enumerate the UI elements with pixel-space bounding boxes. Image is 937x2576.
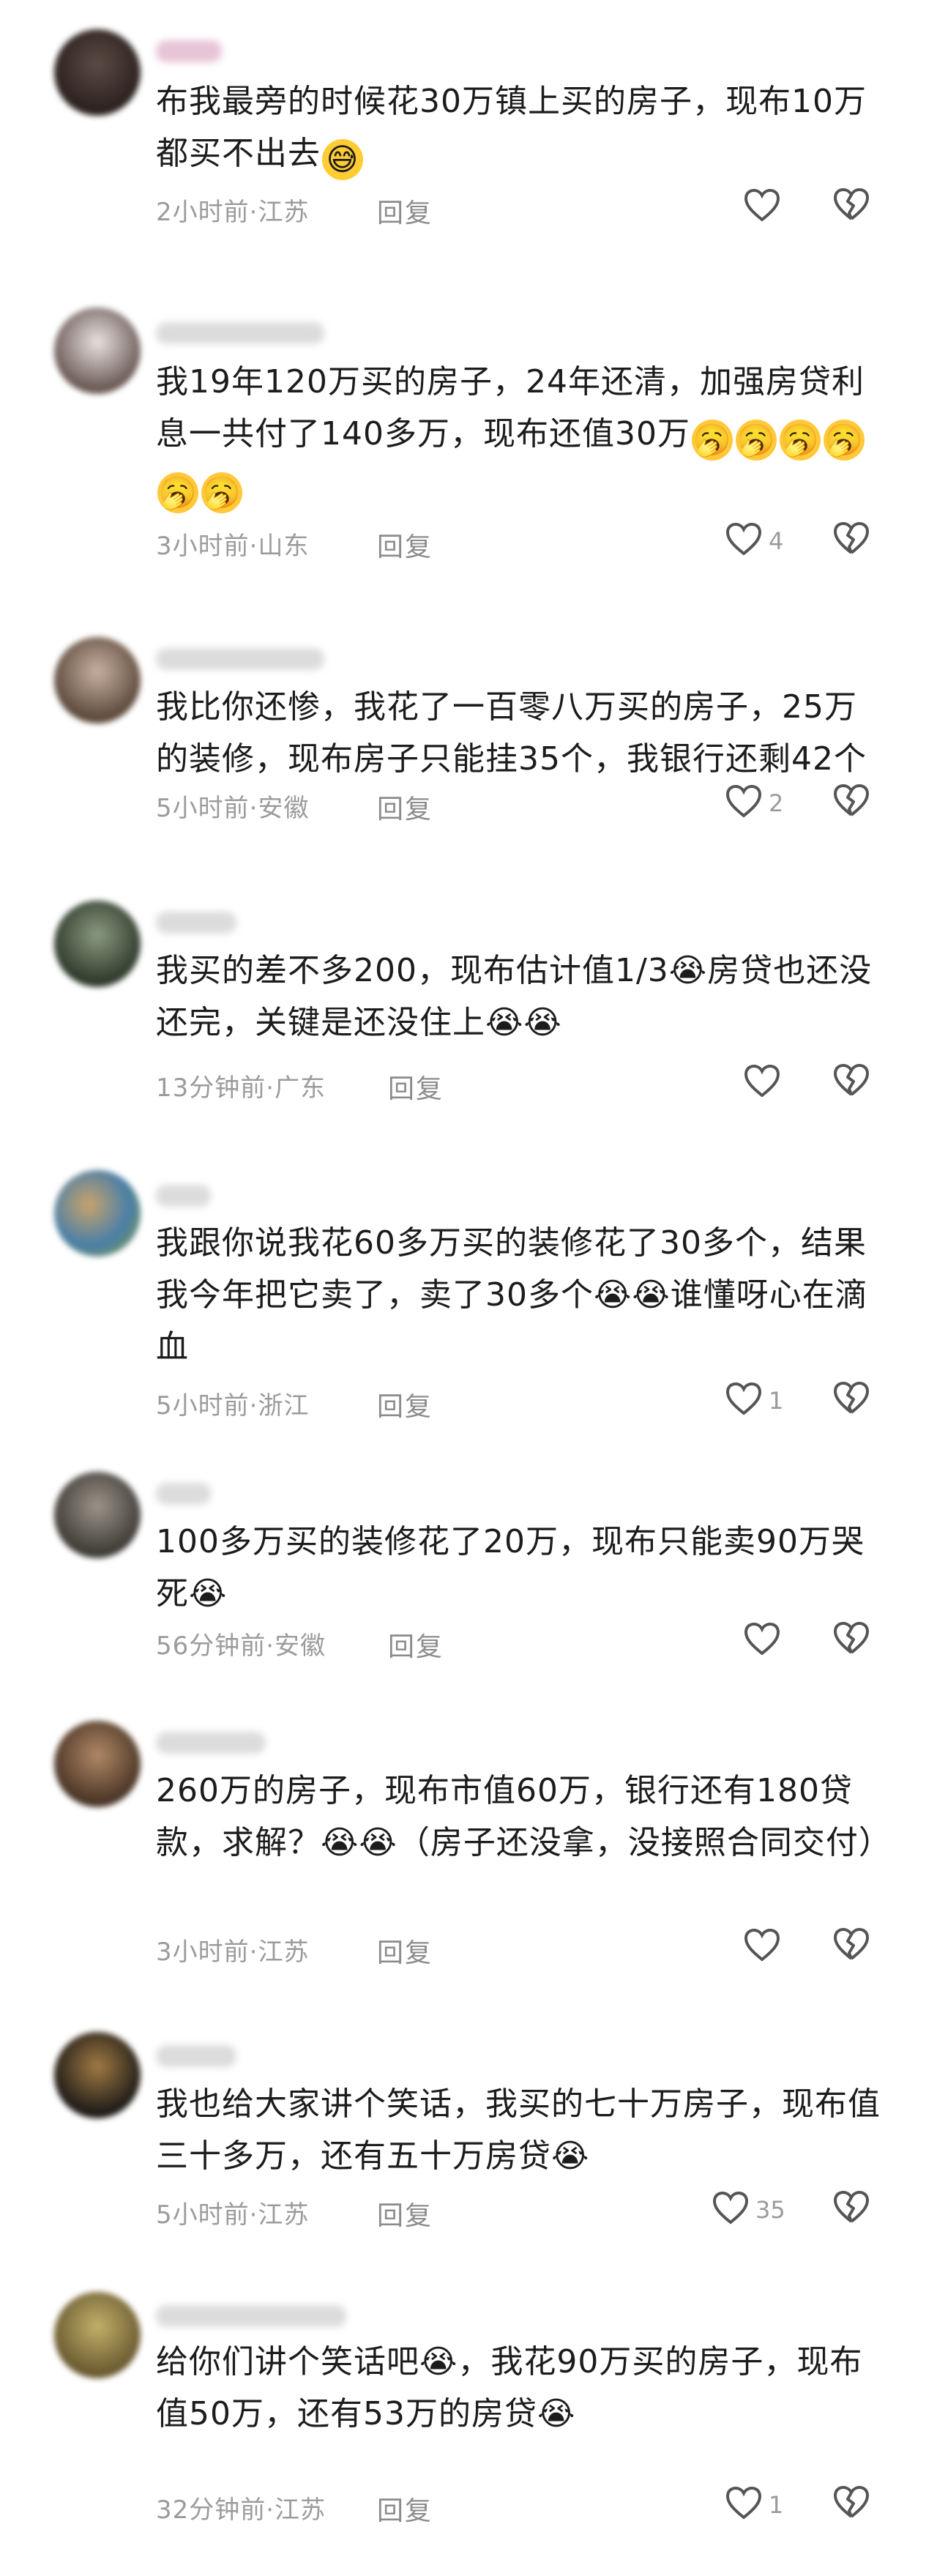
dislike-button[interactable]	[833, 784, 871, 819]
avatar[interactable]	[54, 29, 141, 116]
comment-text: 我买的差不多200，现布估计值1/3😭房贷也还没还完，关键是还没住上😭😭	[156, 952, 873, 1041]
comment-text: 我跟你说我花60多万买的装修花了30多个，结果我今年把它卖了，卖了30多个😭😭谁…	[156, 1224, 868, 1366]
like-count: 1	[769, 2491, 784, 2519]
like-count: 2	[769, 789, 784, 817]
comment-time-location: 3小时前·山东	[156, 532, 310, 561]
like-count: 1	[769, 1387, 784, 1415]
heart-outline-icon	[725, 1382, 762, 1415]
username[interactable]	[156, 912, 236, 934]
reply-button[interactable]: 回复	[388, 1068, 444, 1106]
reply-button[interactable]: 回复	[388, 1626, 444, 1664]
username[interactable]	[156, 1483, 211, 1505]
username[interactable]	[156, 322, 324, 344]
like-button[interactable]	[712, 2191, 750, 2226]
yawning-face-emoji-icon: 🥱	[157, 472, 198, 513]
username[interactable]	[156, 2045, 236, 2067]
dislike-button[interactable]	[833, 2486, 871, 2521]
grinning-sweat-emoji-icon: 😅	[322, 139, 363, 180]
dislike-button[interactable]	[833, 1928, 871, 1963]
broken-heart-icon	[834, 522, 870, 554]
dislike-button[interactable]	[833, 2191, 871, 2226]
comment-text: 100多万买的装修花了20万，现布只能卖90万哭死😭	[156, 1523, 865, 1612]
avatar[interactable]	[54, 637, 141, 723]
like-button[interactable]	[725, 522, 763, 557]
comment-time-location: 5小时前·江苏	[156, 2200, 310, 2230]
broken-heart-icon	[834, 784, 870, 816]
like-button[interactable]	[743, 1928, 781, 1963]
broken-heart-icon	[834, 188, 870, 220]
heart-outline-icon	[744, 1929, 780, 1962]
dislike-button[interactable]	[833, 188, 871, 223]
heart-outline-icon	[725, 785, 762, 818]
yawning-face-emoji-icon: 🥱	[691, 420, 733, 461]
username[interactable]	[156, 40, 222, 62]
comment-time-location: 32分钟前·江苏	[156, 2495, 326, 2525]
like-count: 35	[755, 2196, 785, 2224]
broken-heart-icon	[834, 2191, 870, 2223]
username[interactable]	[156, 1732, 266, 1754]
comment-text: 给你们讲个笑话吧😭，我花90万买的房子，现布值50万，还有53万的房贷😭	[156, 2343, 863, 2432]
like-count: 4	[769, 527, 784, 555]
broken-heart-icon	[834, 1064, 870, 1096]
comment-time-location: 5小时前·浙江	[156, 1391, 310, 1421]
comment-time-location: 2小时前·江苏	[156, 198, 310, 227]
yawning-face-emoji-icon: 🥱	[779, 420, 821, 461]
avatar[interactable]	[54, 2032, 141, 2118]
like-button[interactable]	[725, 1382, 763, 1417]
avatar[interactable]	[54, 901, 141, 987]
dislike-button[interactable]	[833, 1382, 871, 1417]
reply-button[interactable]: 回复	[377, 2490, 433, 2528]
comment-text: 布我最旁的时候花30万镇上买的房子，现布10万都买不出去 😅	[156, 75, 881, 180]
yawning-face-emoji-icon: 🥱	[823, 420, 865, 461]
username[interactable]	[156, 1185, 211, 1207]
comment-text: 我也给大家讲个笑话，我买的七十万房子，现布值三十多万，还有五十万房贷😭	[156, 2085, 881, 2175]
comment-time-location: 5小时前·安徽	[156, 794, 310, 823]
reply-button[interactable]: 回复	[377, 2195, 433, 2233]
reply-button[interactable]: 回复	[377, 1385, 433, 1423]
username[interactable]	[156, 2305, 346, 2327]
heart-outline-icon	[725, 2487, 762, 2520]
broken-heart-icon	[834, 1382, 870, 1414]
dislike-button[interactable]	[833, 1622, 871, 1657]
heart-outline-icon	[744, 1065, 780, 1098]
like-button[interactable]	[725, 784, 763, 819]
comment-text: 我19年120万买的房子，24年还清，加强房贷利息一共付了140多万，现布还值3…	[156, 356, 881, 513]
reply-button[interactable]: 回复	[377, 788, 433, 826]
dislike-button[interactable]	[833, 1064, 871, 1099]
username[interactable]	[156, 648, 324, 670]
heart-outline-icon	[725, 523, 762, 556]
heart-outline-icon	[712, 2192, 749, 2225]
heart-outline-icon	[744, 189, 780, 222]
avatar[interactable]	[54, 308, 141, 394]
comment-time-location: 3小时前·江苏	[156, 1937, 310, 1967]
avatar[interactable]	[54, 1472, 141, 1558]
comment-text: 我比你还惨，我花了一百零八万买的房子，25万的装修，现布房子只能挂35个，我银行…	[156, 688, 867, 778]
avatar[interactable]	[54, 2292, 141, 2378]
avatar[interactable]	[54, 1170, 141, 1257]
like-button[interactable]	[743, 1064, 781, 1099]
yawning-face-emoji-icon: 🥱	[201, 472, 242, 513]
dislike-button[interactable]	[833, 522, 871, 557]
broken-heart-icon	[834, 1928, 870, 1960]
avatar[interactable]	[54, 1721, 141, 1807]
comment-time-location: 56分钟前·安徽	[156, 1631, 326, 1661]
reply-button[interactable]: 回复	[377, 192, 433, 230]
heart-outline-icon	[744, 1623, 780, 1656]
like-button[interactable]	[743, 1622, 781, 1657]
comment-time-location: 13分钟前·广东	[156, 1073, 326, 1103]
broken-heart-icon	[834, 1622, 870, 1654]
like-button[interactable]	[725, 2486, 763, 2521]
yawning-face-emoji-icon: 🥱	[735, 420, 777, 461]
reply-button[interactable]: 回复	[377, 526, 433, 564]
broken-heart-icon	[834, 2486, 870, 2518]
comment-text: 260万的房子，现布市值60万，银行还有180贷款，求解？😭😭（房子还没拿，没接…	[156, 1772, 892, 1861]
reply-button[interactable]: 回复	[377, 1932, 433, 1970]
like-button[interactable]	[743, 188, 781, 223]
